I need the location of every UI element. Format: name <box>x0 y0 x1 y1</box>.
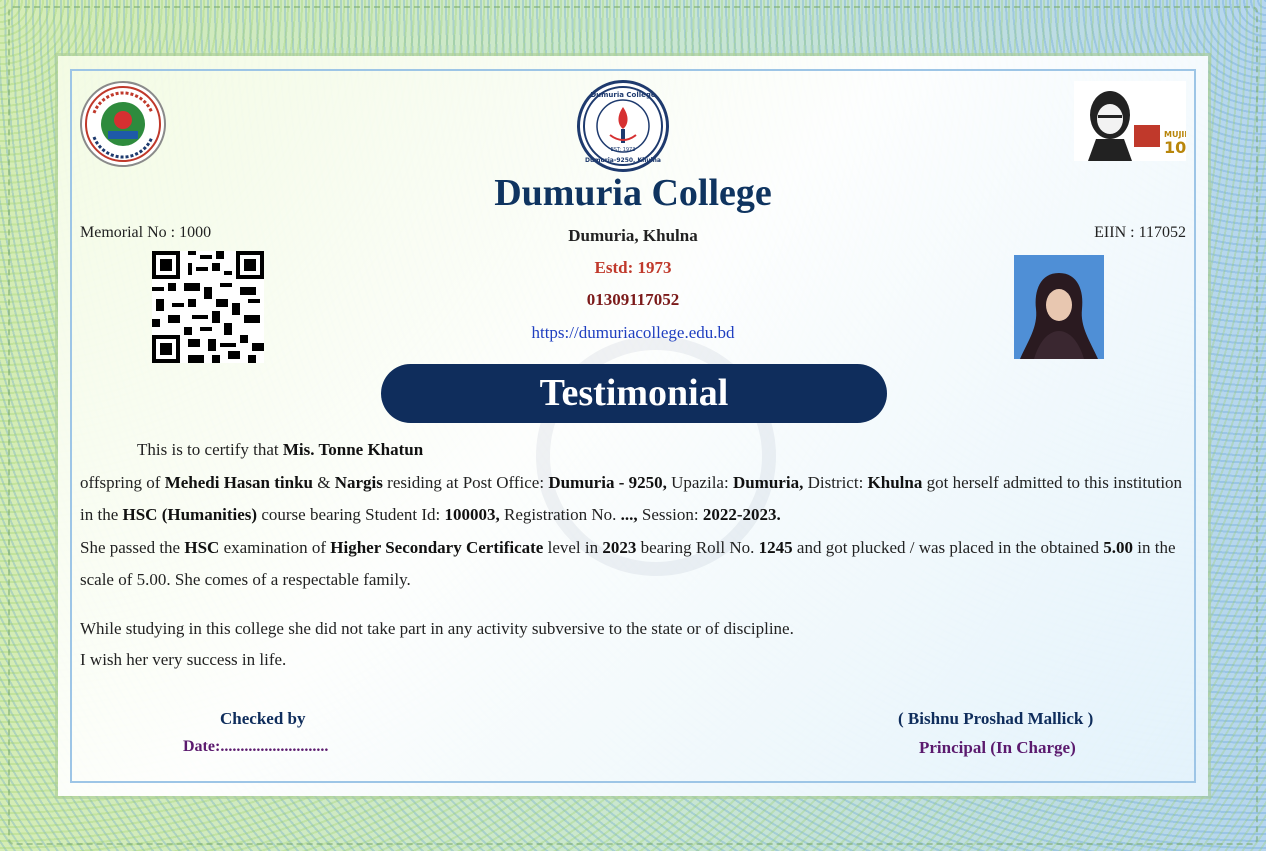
qr-code-icon <box>152 251 264 363</box>
date-field: Date:........................... <box>183 738 329 755</box>
college-location: Dumuria, Khulna <box>568 226 698 245</box>
father-name: Mehedi Hasan tinku <box>164 472 313 492</box>
college-emblem-bottom-text: Dumuria-9250, Khulna <box>585 157 661 164</box>
certificate-text: This is to certify that Mis. Tonne Khatu… <box>80 434 1190 597</box>
certificate-paragraph: offspring of Mehedi Hasan tinku & Nargis… <box>80 472 1183 525</box>
closing-line-1: While studying in this college she did n… <box>80 619 794 638</box>
upazila: Dumuria, <box>732 472 804 492</box>
closing-text: While studying in this college she did n… <box>80 613 1190 675</box>
mujib-100-logo-icon: MUJIB 100 <box>1074 81 1197 161</box>
college-emblem-icon: Dumuria College EST: 1973 Dumuria-9250, … <box>577 80 669 172</box>
closing-line-2: I wish her very success in life. <box>80 650 287 669</box>
college-emblem-top-text: Dumuria College <box>590 91 656 99</box>
exam-name: HSC <box>184 537 220 557</box>
roll-number: 1245 <box>758 537 793 557</box>
checked-by-label: Checked by <box>220 709 306 728</box>
student-photo <box>1014 255 1104 359</box>
post-office: Dumuria - 9250, <box>548 472 667 492</box>
exam-year: 2023 <box>602 537 637 557</box>
principal-name: ( Bishnu Proshad Mallick ) <box>898 709 1094 728</box>
student-id: 100003, <box>444 505 500 524</box>
district: Khulna <box>867 472 923 492</box>
memorial-number: Memorial No : 1000 <box>80 224 212 241</box>
certificate-body: Dumuria College EST: 1973 Dumuria-9250, … <box>58 56 1208 796</box>
eiin-number: EIIN : 117052 <box>1094 224 1186 241</box>
mujib-badge-number: 100 <box>1164 138 1186 157</box>
exam-level: Higher Secondary Certificate <box>330 537 544 557</box>
testimonial-title: Testimonial <box>381 364 887 423</box>
student-name: Mis. Tonne Khatun <box>282 440 424 459</box>
certificate-border: Dumuria College EST: 1973 Dumuria-9250, … <box>0 0 1266 851</box>
college-emblem-estd-text: EST: 1973 <box>611 147 636 153</box>
mother-name: Nargis <box>334 472 383 492</box>
session: 2022-2023. <box>702 505 781 524</box>
course-name: HSC (Humanities) <box>122 505 258 524</box>
certificate-result-paragraph: She passed the HSC examination of Higher… <box>80 537 1176 590</box>
college-name: Dumuria College <box>494 172 772 214</box>
education-ministry-seal-icon <box>80 81 166 167</box>
gpa: 5.00 <box>1103 537 1134 557</box>
registration-number: ..., <box>620 505 638 524</box>
certificate-line-1: This is to certify that Mis. Tonne Khatu… <box>137 440 424 459</box>
principal-title: Principal (In Charge) <box>919 738 1076 757</box>
